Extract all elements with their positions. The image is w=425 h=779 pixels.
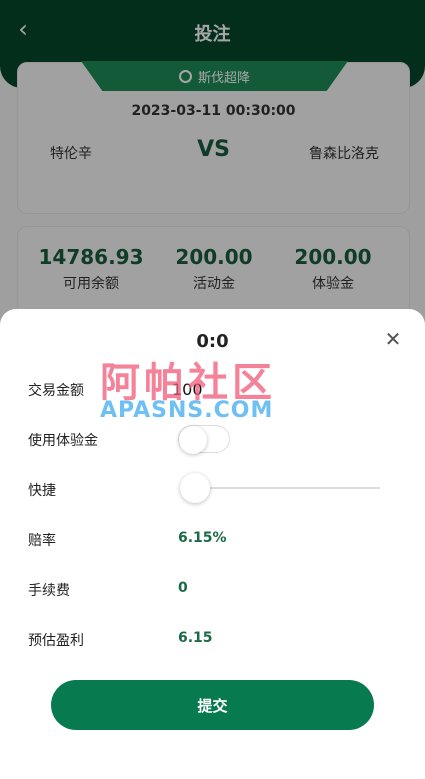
watermark-en: APASNS.COM — [100, 398, 274, 423]
amount-label: 交易金额 — [28, 383, 84, 399]
quick-slider-track[interactable] — [184, 487, 380, 489]
quick-slider-handle[interactable] — [180, 473, 210, 503]
fee-value: 0 — [178, 580, 188, 596]
profit-label: 预估盈利 — [28, 633, 84, 649]
score-label: 0:0 — [196, 331, 229, 352]
trial-toggle[interactable] — [178, 425, 230, 454]
odds-value: 6.15% — [178, 530, 227, 546]
submit-button[interactable]: 提交 — [51, 680, 374, 730]
profit-value: 6.15 — [178, 630, 213, 646]
fee-label: 手续费 — [28, 583, 70, 599]
odds-label: 赔率 — [28, 533, 56, 549]
close-icon[interactable]: ✕ — [383, 329, 403, 349]
trial-label: 使用体验金 — [28, 433, 98, 449]
quick-label: 快捷 — [28, 483, 56, 499]
toggle-knob — [179, 426, 207, 454]
